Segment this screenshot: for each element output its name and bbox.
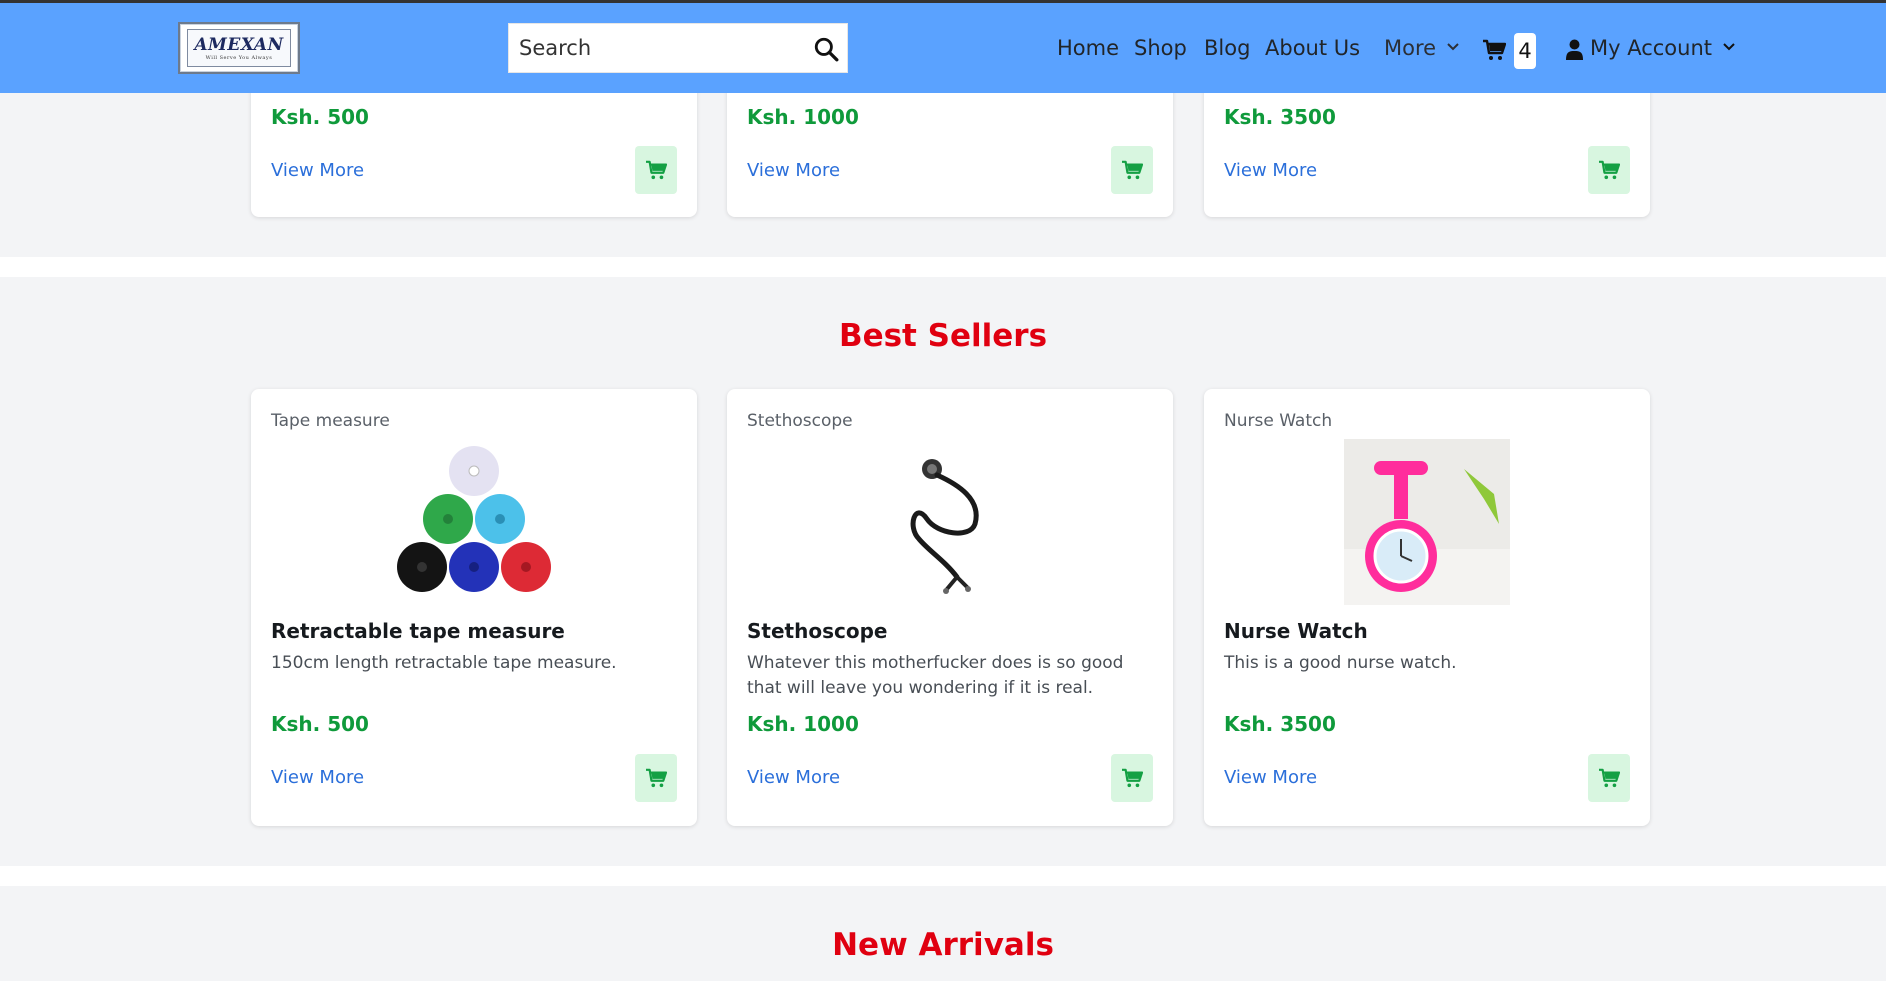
add-to-cart-button[interactable] [1111,146,1153,194]
product-category: Nurse Watch [1224,411,1333,431]
stethoscope-image[interactable] [867,439,1033,605]
product-price: Ksh. 500 [271,105,369,129]
tape-measure-image[interactable] [391,439,557,605]
nurse-watch-image[interactable] [1344,439,1510,605]
view-more-link[interactable]: View More [747,767,840,788]
view-more-link[interactable]: View More [271,160,364,181]
view-more-link[interactable]: View More [1224,160,1317,181]
add-to-cart-button[interactable] [635,146,677,194]
add-to-cart-button[interactable] [1588,146,1630,194]
add-to-cart-button[interactable] [1111,754,1153,802]
site-logo[interactable]: AMEXAN Will Serve You Always [178,22,300,74]
new-arrivals-heading: New Arrivals [832,927,1054,963]
add-to-cart-button[interactable] [1588,754,1630,802]
navbar: AMEXAN Will Serve You Always Home Shop B… [0,3,1886,93]
cart-icon [1122,160,1143,180]
view-more-link[interactable]: View More [271,767,364,788]
product-name[interactable]: Retractable tape measure [271,619,565,643]
cart-icon [1599,160,1620,180]
view-more-link[interactable]: View More [1224,767,1317,788]
nav-shop[interactable]: Shop [1134,36,1187,60]
my-account-dropdown[interactable]: My Account [1590,36,1736,60]
product-price: Ksh. 3500 [1224,105,1336,129]
product-price: Ksh. 1000 [747,105,859,129]
view-more-link[interactable]: View More [747,160,840,181]
top-border [0,0,1886,3]
search-icon[interactable] [813,36,839,62]
cart-icon [646,768,667,788]
product-name[interactable]: Stethoscope [747,619,887,643]
logo-text: AMEXAN [194,35,284,55]
nav-blog[interactable]: Blog [1204,36,1250,60]
search-input[interactable] [509,24,799,72]
cart-icon[interactable] [1482,39,1506,61]
product-price: Ksh. 500 [271,712,369,736]
nav-more-dropdown[interactable]: More [1384,36,1460,60]
logo-tagline: Will Serve You Always [205,55,273,61]
nav-about-us[interactable]: About Us [1265,36,1360,60]
product-card: Nurse Watch Nurse Watch This is a good n… [1204,389,1650,826]
product-price: Ksh. 1000 [747,712,859,736]
cart-icon [1599,768,1620,788]
product-card: Tape measure Retractable tape measure 15… [251,389,697,826]
chevron-down-icon [1722,43,1735,51]
cart-count-badge[interactable]: 4 [1514,33,1536,69]
product-card: Stethoscope Stethoscope Whatever this mo… [727,389,1173,826]
chevron-down-icon [1447,43,1459,51]
add-to-cart-button[interactable] [635,754,677,802]
section-divider [0,257,1886,277]
best-sellers-heading: Best Sellers [838,318,1048,354]
user-icon [1566,39,1583,60]
product-price: Ksh. 3500 [1224,712,1336,736]
product-description: Whatever this motherfucker does is so go… [747,653,1124,698]
product-category: Tape measure [271,411,390,431]
section-divider [0,866,1886,886]
product-category: Stethoscope [747,411,853,431]
cart-icon [646,160,667,180]
search-bar [508,23,848,73]
cart-icon [1122,768,1143,788]
product-description: 150cm length retractable tape measure. [271,653,617,673]
product-name[interactable]: Nurse Watch [1224,619,1368,643]
product-description: This is a good nurse watch. [1224,653,1457,673]
nav-more-label: More [1384,36,1437,60]
nav-home[interactable]: Home [1057,36,1119,60]
my-account-label: My Account [1590,36,1713,60]
